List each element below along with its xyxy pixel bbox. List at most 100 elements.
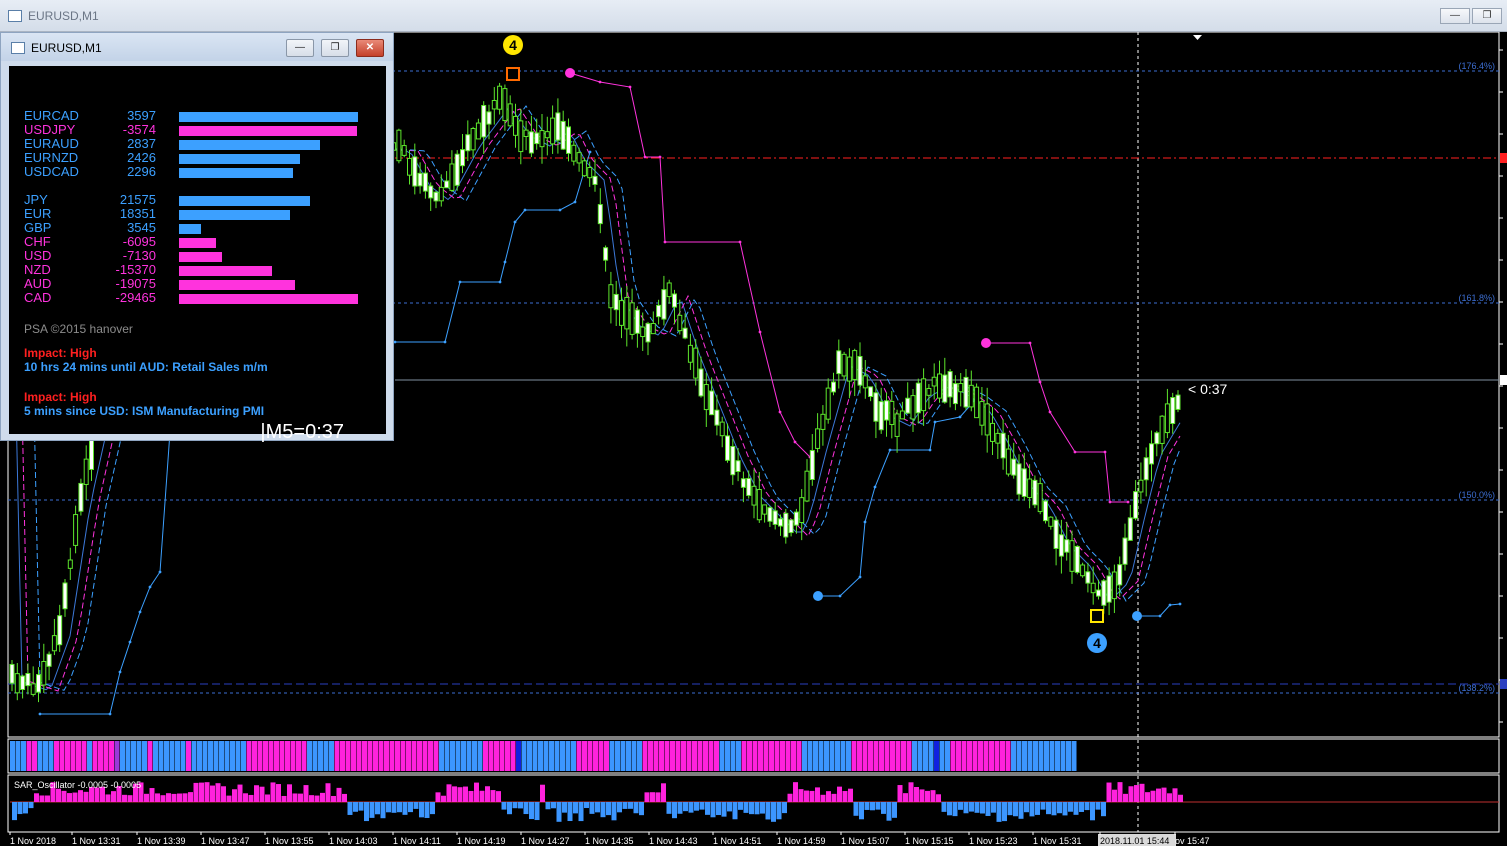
oscillator-bar: [259, 786, 265, 802]
candle-body: [1058, 534, 1064, 557]
strength-panel-window[interactable]: EURUSD,M1 — ❐ ✕ EURCAD 3597 USDJPY -3574 EUR…: [0, 32, 394, 443]
time-label: 1 Nov 15:23: [969, 836, 1018, 846]
oscillator-bar: [985, 802, 991, 816]
oscillator-bar: [28, 802, 34, 809]
time-label: 1 Nov 15:15: [905, 836, 954, 846]
oscillator-bar: [325, 783, 331, 802]
histogram-bar: [10, 741, 15, 771]
oscillator-bar: [287, 784, 292, 802]
candle-body: [984, 403, 990, 436]
histogram-bar: [213, 741, 219, 771]
sar-dot: [128, 640, 132, 644]
minimize-button[interactable]: —: [1440, 8, 1470, 24]
oscillator-bar: [523, 802, 529, 815]
candle-body: [873, 392, 879, 422]
row-value: 2296: [127, 164, 156, 179]
candle-body: [428, 185, 434, 199]
oscillator-bar: [716, 802, 721, 816]
candle-body: [422, 172, 428, 192]
strength-row: NZD -15370: [24, 263, 364, 277]
oscillator-bar: [622, 802, 628, 809]
histogram-bar: [890, 741, 895, 771]
histogram-bar: [1027, 741, 1033, 771]
candle-body: [634, 309, 640, 334]
candle-body: [1117, 564, 1123, 586]
histogram-bar: [395, 741, 400, 771]
oscillator-bar: [743, 802, 749, 813]
candle-body: [603, 247, 609, 261]
sar-dot: [863, 520, 867, 524]
oscillator-bar: [1013, 802, 1018, 817]
time-label: 1 Nov 14:03: [329, 836, 378, 846]
time-label: 1 Nov 13:39: [137, 836, 186, 846]
histogram-bar: [1038, 741, 1044, 771]
oscillator-bar: [248, 794, 254, 802]
candle-body: [1122, 537, 1128, 565]
panel-close-button[interactable]: ✕: [356, 39, 384, 57]
oscillator-bar: [991, 802, 996, 813]
panel-restore-button[interactable]: ❐: [321, 39, 349, 57]
histogram-bar: [989, 741, 994, 771]
oscillator-bar: [1029, 802, 1035, 817]
panel-title-bar[interactable]: EURUSD,M1 — ❐ ✕: [1, 33, 393, 61]
oscillator-bar: [309, 795, 314, 802]
candle-body: [672, 293, 677, 308]
candle-body: [460, 149, 465, 167]
oscillator-bar: [1062, 802, 1068, 816]
candle-body: [486, 111, 492, 125]
oscillator-label: SAR_Oscillator -0.0005 -0.0005: [14, 780, 141, 790]
panel-minimize-button[interactable]: —: [286, 39, 314, 57]
oscillator-bar: [782, 802, 787, 814]
sar-dot: [498, 280, 502, 284]
histogram-bar: [868, 741, 873, 771]
candle-body: [401, 145, 407, 156]
histogram-bar: [807, 741, 813, 771]
histogram-bar: [527, 741, 532, 771]
candle-body: [714, 409, 720, 426]
oscillator-bar: [925, 790, 930, 802]
oscillator-bar: [749, 802, 754, 815]
candle-body: [1011, 458, 1017, 476]
sar-dot: [443, 340, 447, 344]
sar-dot: [458, 280, 462, 284]
news-event-1: 10 hrs 24 mins until AUD: Retail Sales m…: [24, 360, 268, 374]
histogram-bar: [873, 741, 879, 771]
restore-button[interactable]: ❐: [1472, 8, 1502, 24]
candle-body: [778, 518, 783, 527]
candle-body: [746, 477, 752, 496]
oscillator-bar: [463, 786, 468, 802]
histogram-bar: [505, 741, 510, 771]
oscillator-bar: [804, 790, 809, 802]
strength-row: EURAUD 2837: [24, 137, 364, 151]
candle-body: [9, 663, 15, 684]
strength-row: JPY 21575: [24, 193, 364, 207]
oscillator-bar: [1002, 802, 1007, 822]
candle-body: [677, 314, 683, 332]
candle-body: [1096, 589, 1101, 597]
oscillator-bar: [452, 786, 457, 802]
candle-body: [846, 356, 852, 382]
histogram-bar: [972, 741, 978, 771]
oscillator-bar: [908, 782, 914, 802]
oscillator-bar: [573, 802, 578, 814]
candle-body: [67, 559, 73, 569]
row-value: -15370: [115, 262, 156, 277]
histogram-bar: [1055, 741, 1060, 771]
strength-bar: [179, 154, 300, 164]
time-label: 1 Nov 14:27: [521, 836, 570, 846]
m5-timer: |M5=0:37: [260, 421, 344, 443]
oscillator-bar: [358, 802, 364, 811]
oscillator-bar: [787, 793, 793, 802]
oscillator-bar: [1051, 802, 1057, 816]
news-event-2: 5 mins since USD: ISM Manufacturing PMI: [24, 404, 265, 418]
histogram-bar: [780, 741, 785, 771]
oscillator-bar: [771, 802, 776, 822]
oscillator-bar: [1018, 802, 1024, 819]
oscillator-bar: [1178, 794, 1183, 802]
oscillator-bar: [798, 789, 804, 802]
candle-body: [899, 410, 905, 420]
oscillator-bar: [540, 784, 545, 802]
histogram-bar: [76, 741, 81, 771]
candle-body: [51, 635, 57, 652]
histogram-bar: [241, 741, 246, 771]
